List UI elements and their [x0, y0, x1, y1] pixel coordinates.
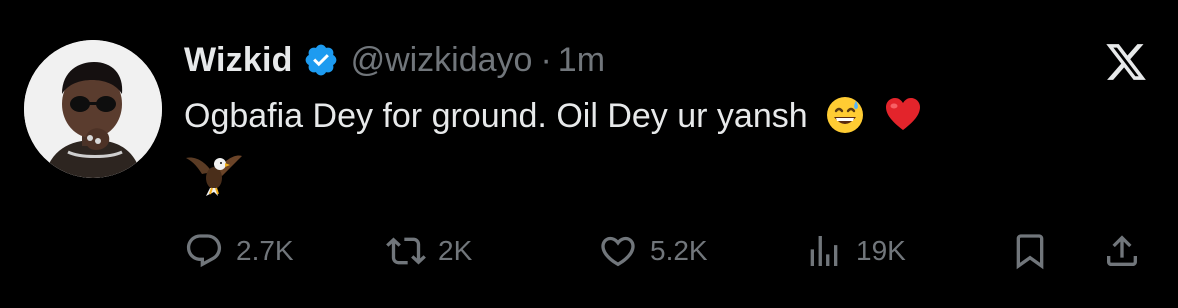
bookmark-button[interactable]	[1010, 226, 1050, 276]
like-count: 5.2K	[650, 235, 708, 266]
repost-button[interactable]: 2K	[386, 226, 472, 276]
avatar-image	[24, 40, 162, 178]
tweet-card[interactable]: Wizkid @wizkidayo · 1m Ogbafia Dey for g…	[0, 0, 1178, 308]
repost-count: 2K	[438, 235, 473, 266]
eagle-emoji	[184, 150, 244, 205]
avatar[interactable]	[24, 40, 162, 178]
tweet-text: Ogbafia Dey for ground. Oil Dey ur yansh	[184, 92, 1144, 148]
reply-button[interactable]: 2.7K	[184, 226, 294, 276]
user-handle[interactable]: @wizkidayo	[351, 41, 533, 80]
bookmark-icon	[1016, 234, 1044, 270]
timestamp[interactable]: 1m	[558, 41, 605, 80]
x-logo-icon	[1104, 40, 1148, 84]
share-icon	[1107, 235, 1137, 266]
action-bar: 2.7K 2K 5.2K 19K	[184, 226, 1148, 276]
like-button[interactable]: 5.2K	[598, 226, 708, 276]
grinning-sweat-emoji	[825, 95, 865, 148]
share-button[interactable]	[1102, 226, 1142, 276]
display-name[interactable]: Wizkid	[184, 41, 293, 80]
heart-icon	[601, 236, 635, 267]
reply-count: 2.7K	[236, 235, 294, 266]
tweet-text-content: Ogbafia Dey for ground. Oil Dey ur yansh	[184, 97, 808, 135]
separator-dot: ·	[540, 40, 552, 79]
repost-icon	[386, 237, 426, 265]
views-count: 19K	[856, 235, 906, 266]
views-button[interactable]: 19K	[804, 226, 906, 276]
tweet-header: Wizkid @wizkidayo · 1m	[184, 36, 605, 84]
views-bar-icon	[810, 236, 838, 266]
red-heart-emoji	[883, 95, 923, 148]
verified-badge-icon	[303, 42, 339, 78]
comment-icon	[186, 234, 222, 268]
